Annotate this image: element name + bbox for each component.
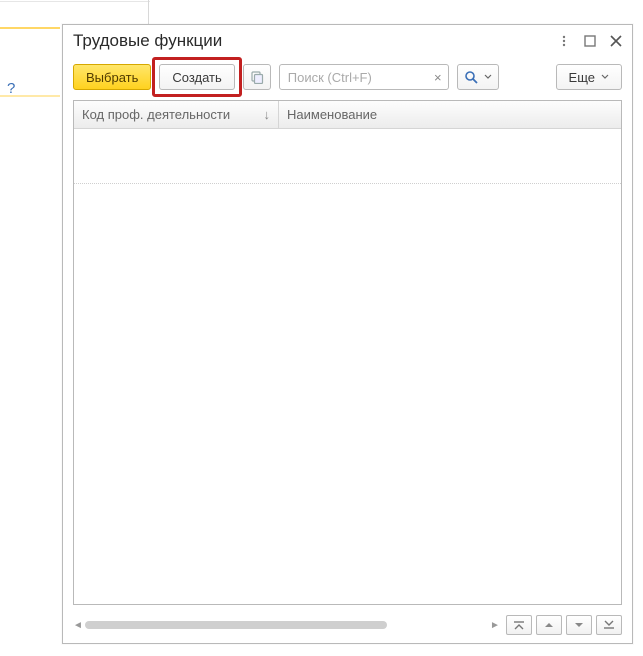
- nav-down-button[interactable]: [566, 615, 592, 635]
- data-table: Код проф. деятельности ↓ Наименование: [73, 100, 622, 605]
- nav-up-button[interactable]: [536, 615, 562, 635]
- parent-accent-1: [0, 27, 60, 29]
- horizontal-scrollbar[interactable]: ◄ ►: [73, 619, 500, 631]
- dialog-window: Трудовые функции Выбрать Создать: [62, 24, 633, 644]
- column-header-name[interactable]: Наименование: [279, 101, 621, 128]
- scroll-thumb[interactable]: [85, 621, 387, 629]
- sort-indicator-icon: ↓: [264, 107, 271, 122]
- create-button[interactable]: Создать: [159, 64, 234, 90]
- scroll-left-icon[interactable]: ◄: [73, 620, 83, 631]
- create-button-highlight: Создать: [159, 64, 234, 90]
- nav-first-button[interactable]: [506, 615, 532, 635]
- row-separator: [74, 183, 621, 184]
- table-body: [74, 129, 621, 604]
- close-icon[interactable]: [608, 33, 624, 49]
- nav-first-icon: [513, 620, 525, 630]
- row-nav-buttons: [506, 615, 622, 635]
- search-icon: [464, 70, 478, 84]
- column-header-name-label: Наименование: [287, 107, 377, 122]
- column-header-code[interactable]: Код проф. деятельности ↓: [74, 101, 279, 128]
- search-input[interactable]: [279, 64, 449, 90]
- table-header: Код проф. деятельности ↓ Наименование: [74, 101, 621, 129]
- search-field: ×: [279, 64, 449, 90]
- nav-last-button[interactable]: [596, 615, 622, 635]
- copy-button[interactable]: [243, 64, 271, 90]
- toolbar: Выбрать Создать × Еще: [63, 56, 632, 100]
- more-button[interactable]: Еще: [556, 64, 622, 90]
- search-dropdown-button[interactable]: [457, 64, 499, 90]
- select-button[interactable]: Выбрать: [73, 64, 151, 90]
- nav-last-icon: [603, 620, 615, 630]
- scroll-right-icon[interactable]: ►: [490, 620, 500, 631]
- window-title: Трудовые функции: [73, 31, 556, 51]
- chevron-down-icon: [601, 74, 609, 80]
- chevron-down-icon: [484, 74, 492, 80]
- titlebar: Трудовые функции: [63, 25, 632, 56]
- nav-up-icon: [544, 621, 554, 629]
- column-header-code-label: Код проф. деятельности: [82, 107, 230, 122]
- table-footer: ◄ ►: [63, 611, 632, 643]
- nav-down-icon: [574, 621, 584, 629]
- more-button-label: Еще: [569, 70, 595, 85]
- parent-rule-h: [0, 1, 150, 2]
- kebab-menu-icon[interactable]: [556, 33, 572, 49]
- clear-search-icon[interactable]: ×: [427, 64, 449, 90]
- maximize-icon[interactable]: [582, 33, 598, 49]
- copy-icon: [250, 70, 264, 84]
- help-hint[interactable]: ?: [7, 80, 15, 97]
- scroll-track[interactable]: [85, 621, 488, 629]
